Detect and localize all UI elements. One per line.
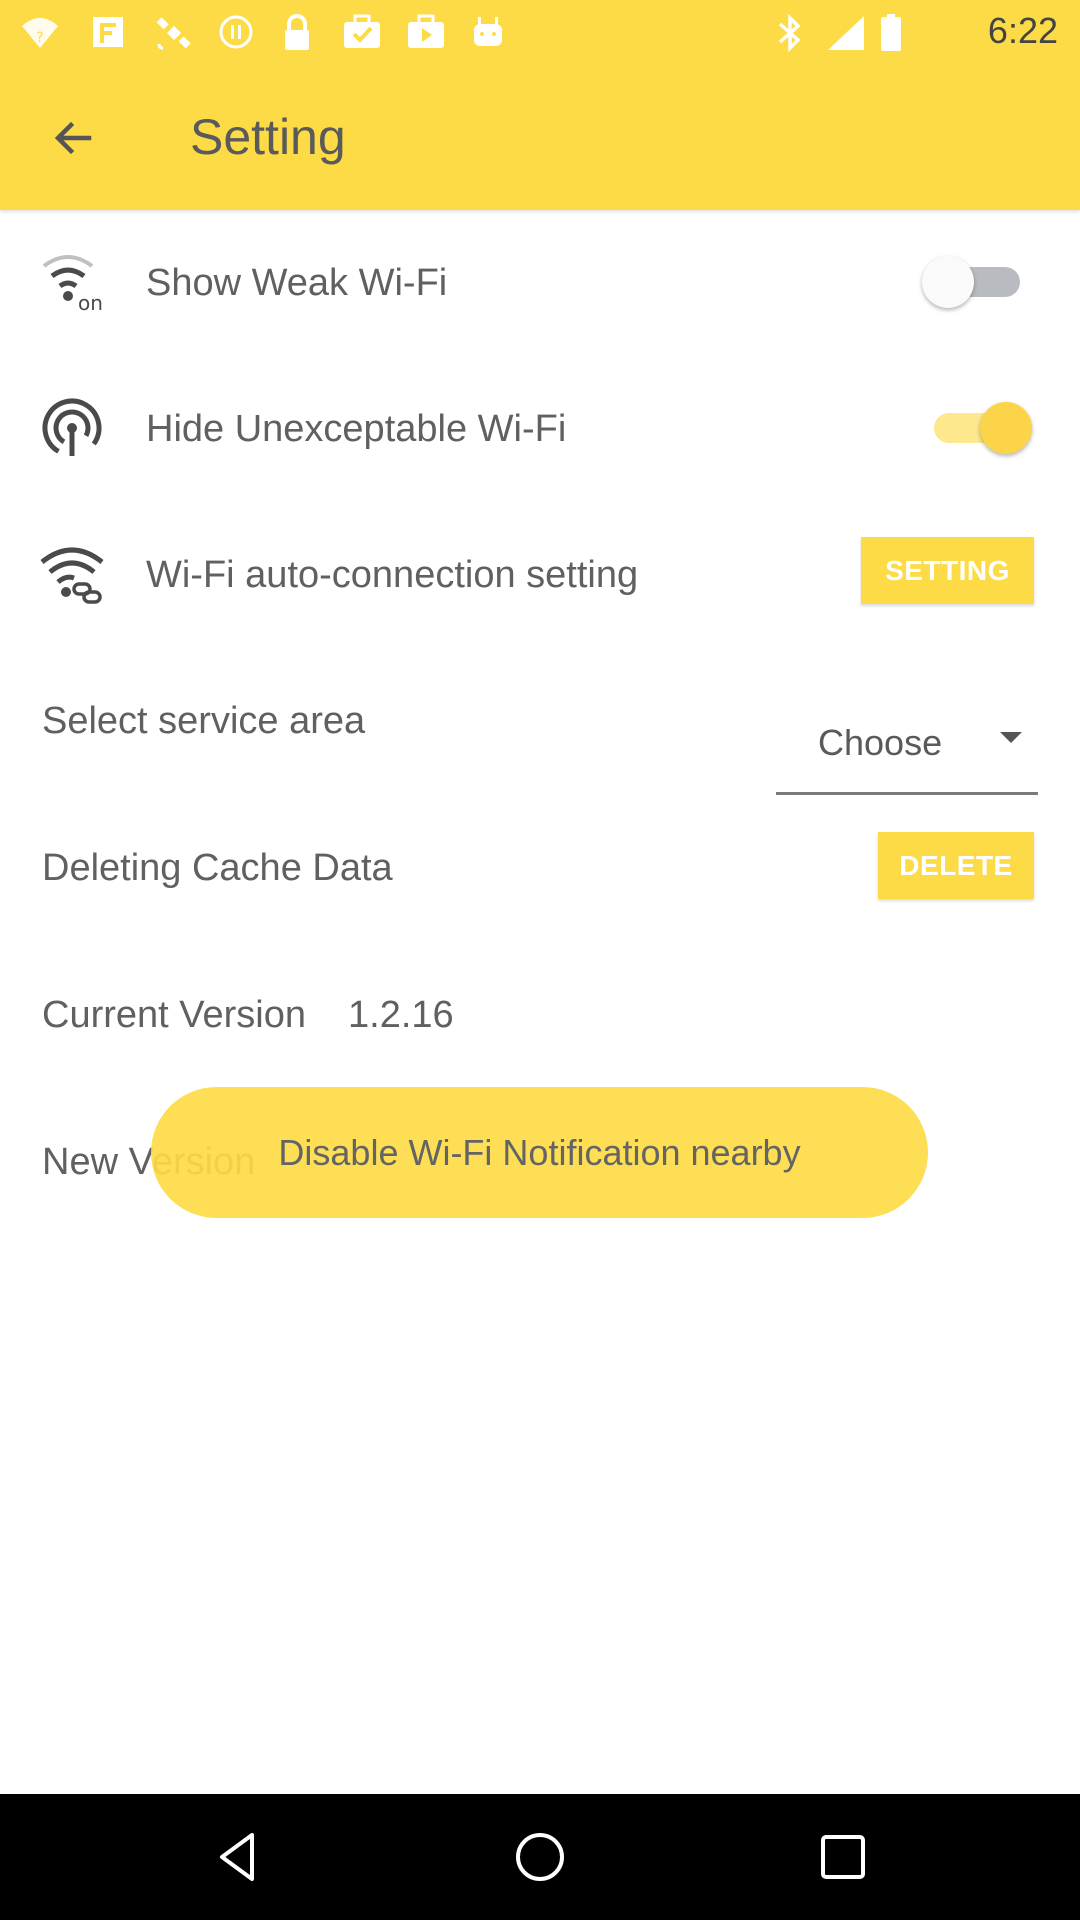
svg-text:?: ?	[36, 30, 43, 46]
status-time: 6:22	[987, 10, 1058, 51]
wifi-on-icon: on	[42, 255, 103, 314]
nav-home-icon[interactable]	[510, 1827, 570, 1887]
arrow-back-icon	[54, 121, 92, 155]
fake-gps-icon	[93, 17, 123, 47]
current-version-value: 1.2.16	[348, 994, 454, 1036]
cache-label: Deleting Cache Data	[42, 847, 393, 889]
page-title: Setting	[190, 109, 346, 165]
show-weak-wifi-label: Show Weak Wi-Fi	[146, 262, 448, 304]
toast-message: Disable Wi-Fi Notification nearby	[151, 1087, 928, 1218]
bag-check-icon	[344, 14, 380, 48]
delete-button[interactable]: DELETE	[878, 832, 1034, 899]
svg-text:on: on	[78, 291, 103, 314]
hotspot-icon	[42, 398, 102, 458]
back-button[interactable]	[40, 105, 106, 171]
battery-icon	[881, 14, 901, 51]
circle-pause-icon	[219, 15, 253, 49]
navigation-bar	[0, 1794, 1080, 1920]
wifi-auto-connection-label: Wi-Fi auto-connection setting	[146, 554, 639, 596]
android-icon	[474, 17, 502, 46]
chevron-down-icon	[1000, 732, 1022, 743]
nav-back-icon[interactable]	[208, 1827, 268, 1887]
current-version-label: Current Version	[42, 994, 307, 1036]
signal-icon	[828, 16, 864, 50]
play-store-icon	[408, 14, 444, 48]
lock-icon	[285, 14, 309, 50]
show-weak-wifi-toggle[interactable]	[922, 252, 1032, 312]
toggle-thumb	[922, 256, 974, 308]
setting-button[interactable]: SETTING	[861, 537, 1034, 604]
wifi-question-icon: ?	[22, 18, 58, 48]
hide-unexceptable-wifi-label: Hide Unexceptable Wi-Fi	[146, 408, 567, 450]
hide-unexceptable-wifi-toggle[interactable]	[922, 398, 1032, 458]
toggle-thumb	[980, 402, 1032, 454]
satellite-icon	[156, 17, 191, 50]
status-bar: ? 6:22	[0, 0, 1080, 66]
service-area-dropdown[interactable]: Choose	[776, 700, 1038, 795]
app-bar: ? 6:22 Setting	[0, 0, 1080, 210]
nav-recents-icon[interactable]	[813, 1827, 873, 1887]
dropdown-selected-value: Choose	[818, 722, 943, 763]
bluetooth-icon	[778, 14, 801, 52]
wifi-link-icon	[40, 547, 104, 604]
service-area-label: Select service area	[42, 700, 366, 742]
